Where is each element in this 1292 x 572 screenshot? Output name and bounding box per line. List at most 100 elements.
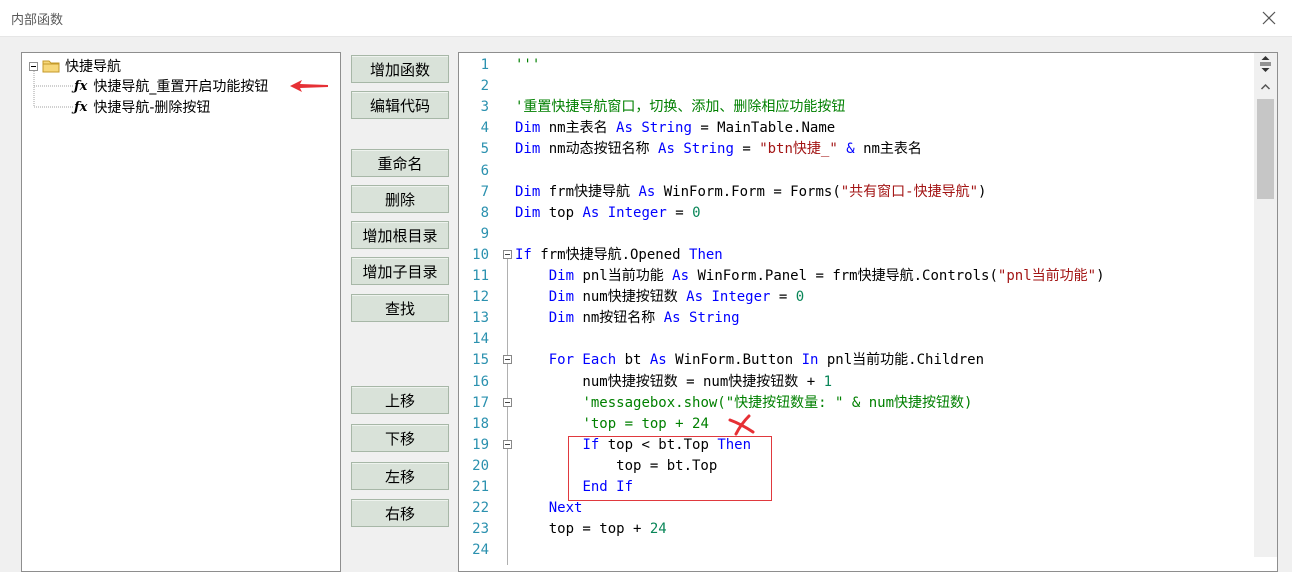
line-number: 13 [472,310,489,327]
line-number: 1 [480,57,489,73]
title-bar: 内部函数 [0,0,1292,37]
rename-button[interactable]: 重命名 [351,149,449,177]
line-number: 7 [480,183,489,200]
code-line[interactable]: 3 '重置快捷导航窗口，切换、添加、删除相应功能按钮 [459,97,1249,118]
code-line[interactable]: 7 Dim frm快捷导航 As WinForm.Form = Forms("共有… [459,182,1249,203]
line-number: 10 [472,246,489,263]
code-line[interactable]: 11 Dim pnl当前功能 As WinForm.Panel = frm快捷导… [459,266,1249,287]
line-number: 19 [472,436,489,453]
move-left-button[interactable]: 左移 [351,462,449,490]
code-text: top = top + 24 [515,521,667,538]
close-icon [1262,11,1276,25]
code-text: Dim top As Integer = 0 [515,204,701,221]
line-number: 3 [480,99,489,116]
line-number: 5 [480,141,489,158]
code-line[interactable]: 6 [459,161,1249,182]
fx-icon: ƒx [74,99,88,115]
fold-toggle-icon[interactable] [503,249,512,259]
code-line[interactable]: 14 [459,329,1249,350]
move-right-button[interactable]: 右移 [351,499,449,527]
add-function-button[interactable]: 增加函数 [351,55,449,83]
line-number: 20 [472,457,489,474]
code-line[interactable]: 22 Next [459,498,1249,519]
tree-root-label: 快捷导航 [65,59,121,75]
line-number: 15 [472,352,489,369]
line-number: 11 [472,268,489,284]
delete-button[interactable]: 删除 [351,185,449,213]
line-number: 12 [472,289,489,306]
line-number: 17 [472,394,489,411]
line-number: 23 [472,521,489,538]
split-icon [1260,56,1271,72]
code-text: Dim nm主表名 As String = MainTable.Name [515,120,836,137]
code-line[interactable]: 18 'top = top + 24 [459,414,1249,435]
window-title: 内部函数 [11,13,64,28]
code-line[interactable]: 5 Dim nm动态按钮名称 As String = "btn快捷_" & nm主… [459,139,1249,160]
code-line[interactable]: 17 'messagebox.show("快捷按钮数量: " & num快捷按钮… [459,393,1249,414]
folder-open-icon [42,60,60,73]
code-text: ''' [515,57,541,73]
move-up-button[interactable]: 上移 [351,386,449,414]
line-number: 14 [472,331,489,348]
code-line[interactable]: 8 Dim top As Integer = 0 [459,203,1249,224]
vertical-scrollbar[interactable] [1254,53,1277,557]
code-text: num快捷按钮数 = num快捷按钮数 + 1 [515,373,833,390]
fold-toggle-icon[interactable] [503,355,512,365]
line-number: 6 [480,162,489,179]
code-line[interactable]: 12 Dim num快捷按钮数 As Integer = 0 [459,287,1249,308]
code-line[interactable]: 9 [459,224,1249,245]
split-handle[interactable] [1254,53,1277,75]
code-text: Dim nm按钮名称 As String [548,310,740,327]
fold-toggle-icon[interactable] [503,439,512,449]
code-line[interactable]: 16 num快捷按钮数 = num快捷按钮数 + 1 [459,372,1249,393]
line-number: 9 [480,225,489,242]
fx-icon: ƒx [74,78,88,94]
line-number: 22 [472,500,489,517]
code-line[interactable]: 15 For Each bt As WinForm.Button In pnl当… [459,350,1249,371]
edit-code-button[interactable]: 编辑代码 [351,91,449,119]
code-line[interactable]: 23 top = top + 24 [459,519,1249,540]
scroll-thumb[interactable] [1257,99,1274,199]
code-line[interactable]: 2 [459,76,1249,97]
line-number: 2 [480,78,489,95]
annotation-arrow-icon [290,80,328,92]
add-root-button[interactable]: 增加根目录 [351,221,449,249]
find-button[interactable]: 查找 [351,294,449,322]
code-line[interactable]: 10 If frm快捷导航.Opened Then [459,245,1249,266]
code-line[interactable]: 4 Dim nm主表名 As String = MainTable.Name [459,118,1249,139]
code-text: If frm快捷导航.Opened Then [515,246,723,263]
chevron-up-icon [1260,83,1271,90]
line-number: 8 [480,204,489,221]
fold-toggle-icon[interactable] [503,397,512,407]
code-line[interactable]: 24 [459,540,1249,561]
code-text: For Each bt As WinForm.Button In pnl当前功能… [548,352,985,369]
code-text: Dim pnl当前功能 As WinForm.Panel = frm快捷导航.C… [548,268,1105,284]
annotation-cross-icon [728,414,755,436]
tree-item-reset-buttons[interactable]: ƒx 快捷导航_重置开启功能按钮 [74,77,269,96]
move-down-button[interactable]: 下移 [351,424,449,452]
function-tree[interactable]: 快捷导航 ƒx 快捷导航_重置开启功能按钮 ƒx 快捷导航-删除按钮 [21,52,341,572]
code-text: Next [548,500,583,517]
tree-item-delete-button[interactable]: ƒx 快捷导航-删除按钮 [74,98,211,117]
code-line[interactable]: 13 Dim nm按钮名称 As String [459,308,1249,329]
code-line[interactable]: 1 ''' [459,55,1249,76]
close-button[interactable] [1246,0,1292,36]
line-number: 24 [472,542,489,559]
tree-item-label: 快捷导航_重置开启功能按钮 [93,79,269,95]
line-number: 4 [480,120,489,137]
line-number: 21 [472,479,489,495]
code-text: Dim num快捷按钮数 As Integer = 0 [548,289,805,306]
scroll-up-button[interactable] [1254,77,1277,97]
annotation-highlight-box [568,436,772,501]
code-text: 'messagebox.show("快捷按钮数量: " & num快捷按钮数) [582,394,973,411]
add-child-button[interactable]: 增加子目录 [351,257,449,285]
code-text: Dim frm快捷导航 As WinForm.Form = Forms("共有窗… [515,183,987,200]
line-number: 18 [472,415,489,432]
code-text: 'top = top + 24 [582,415,709,432]
code-text: '重置快捷导航窗口，切换、添加、删除相应功能按钮 [515,99,846,116]
tree-item-label: 快捷导航-删除按钮 [93,100,211,116]
code-text: Dim nm动态按钮名称 As String = "btn快捷_" & nm主表… [515,141,922,158]
collapse-toggle-icon[interactable] [29,61,38,71]
line-number: 16 [472,373,489,390]
tree-root-item[interactable]: 快捷导航 [29,57,121,75]
